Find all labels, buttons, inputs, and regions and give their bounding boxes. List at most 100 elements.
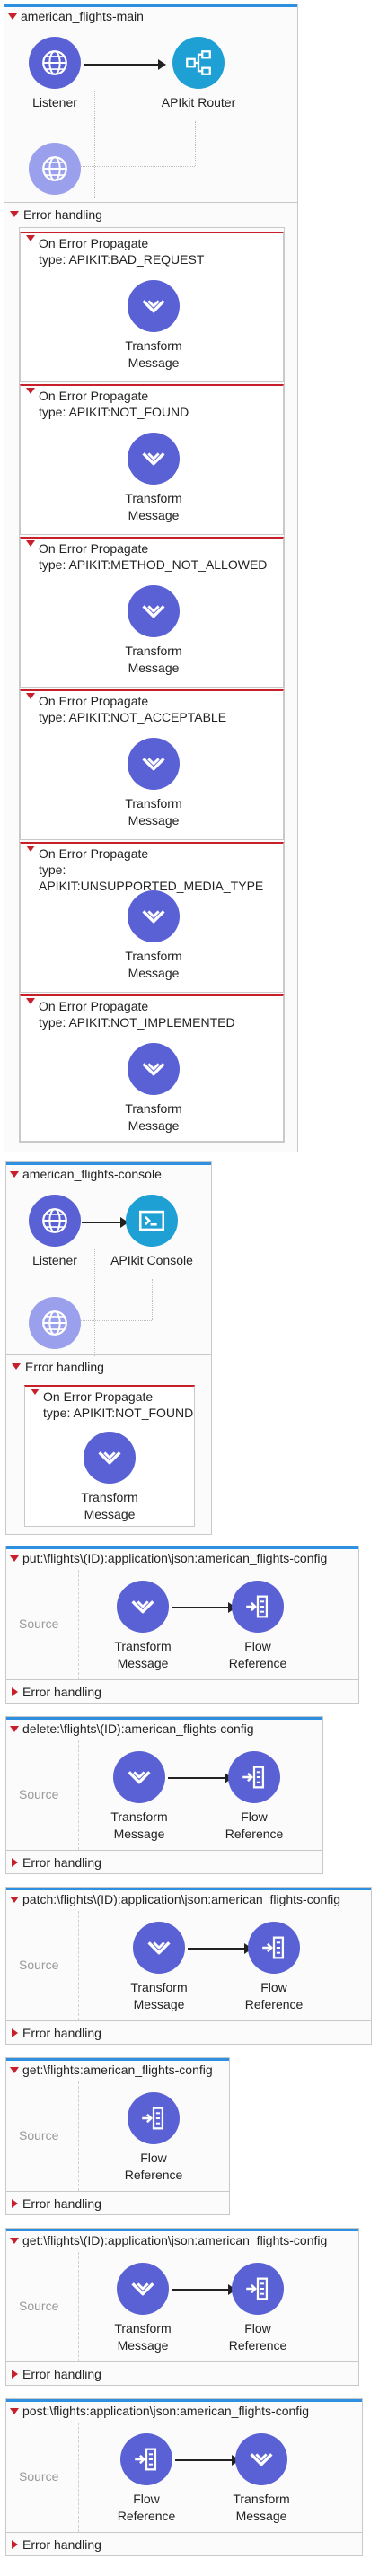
collapse-icon[interactable] xyxy=(10,1896,19,1903)
transform-icon xyxy=(128,585,180,637)
listener-node[interactable]: Listener xyxy=(1,37,109,111)
flow-reference-node[interactable]: Flow Reference xyxy=(100,2092,207,2184)
apikit-console-node[interactable]: APIkit Console xyxy=(98,1195,206,1269)
transform-message-node[interactable]: Transform Message xyxy=(100,1043,207,1135)
flow-title[interactable]: american_flights-console xyxy=(10,1167,162,1181)
flow-title[interactable]: post:\flights:application\json:american_… xyxy=(10,2404,309,2418)
collapse-icon[interactable] xyxy=(26,693,35,699)
collapse-icon[interactable] xyxy=(10,1170,19,1178)
flow-header: delete:\flights\(ID):american_flights-co… xyxy=(6,1717,322,1740)
collapse-icon[interactable] xyxy=(10,1725,19,1732)
error-handling-header[interactable]: Error handling xyxy=(6,1679,358,1703)
source-area[interactable]: Source xyxy=(6,2423,79,2532)
expand-icon[interactable] xyxy=(12,1687,18,1696)
on-error-propagate[interactable]: On Error Propagate type: APIKIT:UNSUPPORT… xyxy=(20,842,284,993)
collapse-icon[interactable] xyxy=(12,1363,21,1370)
collapse-icon[interactable] xyxy=(8,13,17,20)
apikit-router-node[interactable]: APIkit Router xyxy=(145,37,252,111)
flow-patch[interactable]: patch:\flights\(ID):application\json:ame… xyxy=(5,1887,372,2045)
on-error-propagate[interactable]: On Error Propagate type: APIKIT:NOT_IMPLE… xyxy=(20,994,284,1142)
error-handling-header[interactable]: Error handling xyxy=(6,1354,211,1378)
transform-message-node[interactable]: Transform Message xyxy=(56,1432,163,1523)
transform-message-node[interactable]: Transform Message xyxy=(100,585,207,677)
source-area[interactable]: Source xyxy=(6,1570,79,1679)
flow-title[interactable]: get:\flights\(ID):application\json:ameri… xyxy=(10,2233,327,2247)
expand-icon[interactable] xyxy=(12,2369,18,2379)
on-error-propagate[interactable]: On Error Propagate type: APIKIT:NOT_ACCEP… xyxy=(20,689,284,840)
collapse-icon[interactable] xyxy=(10,2237,19,2244)
transform-icon xyxy=(117,1581,169,1633)
collapse-icon[interactable] xyxy=(26,998,35,1004)
transform-message-node[interactable]: Transform Message xyxy=(89,1581,197,1672)
source-area[interactable]: Source xyxy=(6,1911,79,2020)
collapse-icon[interactable] xyxy=(10,2066,19,2073)
transform-message-node[interactable]: Transform Message xyxy=(100,433,207,524)
flow-title[interactable]: patch:\flights\(ID):application\json:ame… xyxy=(10,1892,340,1906)
transform-message-node[interactable]: Transform Message xyxy=(207,2433,315,2525)
flow-header: american_flights-main xyxy=(4,4,297,28)
error-handling-header[interactable]: Error handling xyxy=(4,202,297,225)
flow-reference-node[interactable]: Flow Reference xyxy=(93,2433,200,2525)
transform-icon xyxy=(235,2433,287,2485)
globe-icon xyxy=(29,1195,81,1247)
transform-icon xyxy=(128,1043,180,1095)
transform-icon xyxy=(128,433,180,485)
collapse-icon[interactable] xyxy=(26,846,35,852)
console-icon xyxy=(126,1195,178,1247)
source-area[interactable]: Source xyxy=(6,1740,79,1850)
expand-icon[interactable] xyxy=(12,2539,18,2549)
globe-icon xyxy=(29,37,81,89)
error-handling-header[interactable]: Error handling xyxy=(6,2532,362,2555)
transform-icon xyxy=(117,2263,169,2315)
collapse-icon[interactable] xyxy=(26,540,35,547)
flow-console[interactable]: american_flights-console Listener APIkit… xyxy=(5,1161,212,1535)
flow-title[interactable]: get:\flights:american_flights-config xyxy=(10,2063,213,2077)
flow-header: get:\flights\(ID):application\json:ameri… xyxy=(6,2229,358,2252)
flow-get-flights[interactable]: get:\flights:american_flights-config Sou… xyxy=(5,2057,230,2215)
collapse-icon[interactable] xyxy=(26,235,35,241)
flow-reference-node[interactable]: Flow Reference xyxy=(204,1581,312,1672)
error-handling-header[interactable]: Error handling xyxy=(6,1850,322,1873)
flow-reference-node[interactable]: Flow Reference xyxy=(204,2263,312,2354)
flow-reference-icon xyxy=(228,1751,280,1803)
collapse-icon[interactable] xyxy=(10,1555,19,1562)
flow-title[interactable]: delete:\flights\(ID):american_flights-co… xyxy=(10,1722,254,1736)
listener-node[interactable]: Listener xyxy=(1,1195,109,1269)
collapse-icon[interactable] xyxy=(31,1389,40,1395)
on-error-propagate[interactable]: On Error Propagate type: APIKIT:NOT_FOUND… xyxy=(20,384,284,535)
source-area[interactable]: Source xyxy=(6,2081,79,2191)
flow-reference-node[interactable]: Flow Reference xyxy=(220,1922,328,2013)
flow-delete[interactable]: delete:\flights\(ID):american_flights-co… xyxy=(5,1716,323,1874)
flow-title[interactable]: american_flights-main xyxy=(8,9,144,23)
on-error-propagate[interactable]: On Error Propagate type: APIKIT:BAD_REQUE… xyxy=(20,232,284,382)
error-handling-header[interactable]: Error handling xyxy=(6,2020,371,2044)
transform-message-node[interactable]: Transform Message xyxy=(100,738,207,829)
globe-icon xyxy=(29,1297,81,1349)
collapse-icon[interactable] xyxy=(10,2407,19,2414)
transform-message-node[interactable]: Transform Message xyxy=(100,280,207,372)
transform-icon xyxy=(128,738,180,790)
flow-reference-node[interactable]: Flow Reference xyxy=(200,1751,308,1843)
flow-post[interactable]: post:\flights:application\json:american_… xyxy=(5,2398,363,2556)
expand-icon[interactable] xyxy=(12,2198,18,2208)
flow-header: get:\flights:american_flights-config xyxy=(6,2058,229,2081)
error-handling-header[interactable]: Error handling xyxy=(6,2361,358,2385)
transform-message-node[interactable]: Transform Message xyxy=(105,1922,213,2013)
flow-reference-icon xyxy=(248,1922,300,1974)
expand-icon[interactable] xyxy=(12,2028,18,2037)
flow-put[interactable]: put:\flights\(ID):application\json:ameri… xyxy=(5,1546,359,1704)
source-area[interactable]: Source xyxy=(6,2252,79,2361)
transform-message-node[interactable]: Transform Message xyxy=(100,890,207,982)
on-error-propagate[interactable]: On Error Propagate type: APIKIT:NOT_FOUND… xyxy=(24,1385,195,1527)
collapse-icon[interactable] xyxy=(26,388,35,394)
flow-title[interactable]: put:\flights\(ID):application\json:ameri… xyxy=(10,1551,327,1565)
flow-get-flight-by-id[interactable]: get:\flights\(ID):application\json:ameri… xyxy=(5,2228,359,2386)
flow-main[interactable]: american_flights-main Listener APIkit Ro… xyxy=(4,4,298,1152)
expand-icon[interactable] xyxy=(12,1857,18,1867)
collapse-icon[interactable] xyxy=(10,211,19,217)
transform-message-node[interactable]: Transform Message xyxy=(85,1751,193,1843)
on-error-propagate[interactable]: On Error Propagate type: APIKIT:METHOD_NO… xyxy=(20,537,284,688)
transform-message-node[interactable]: Transform Message xyxy=(89,2263,197,2354)
error-handling-header[interactable]: Error handling xyxy=(6,2191,229,2214)
flow-header: put:\flights\(ID):application\json:ameri… xyxy=(6,1546,358,1570)
